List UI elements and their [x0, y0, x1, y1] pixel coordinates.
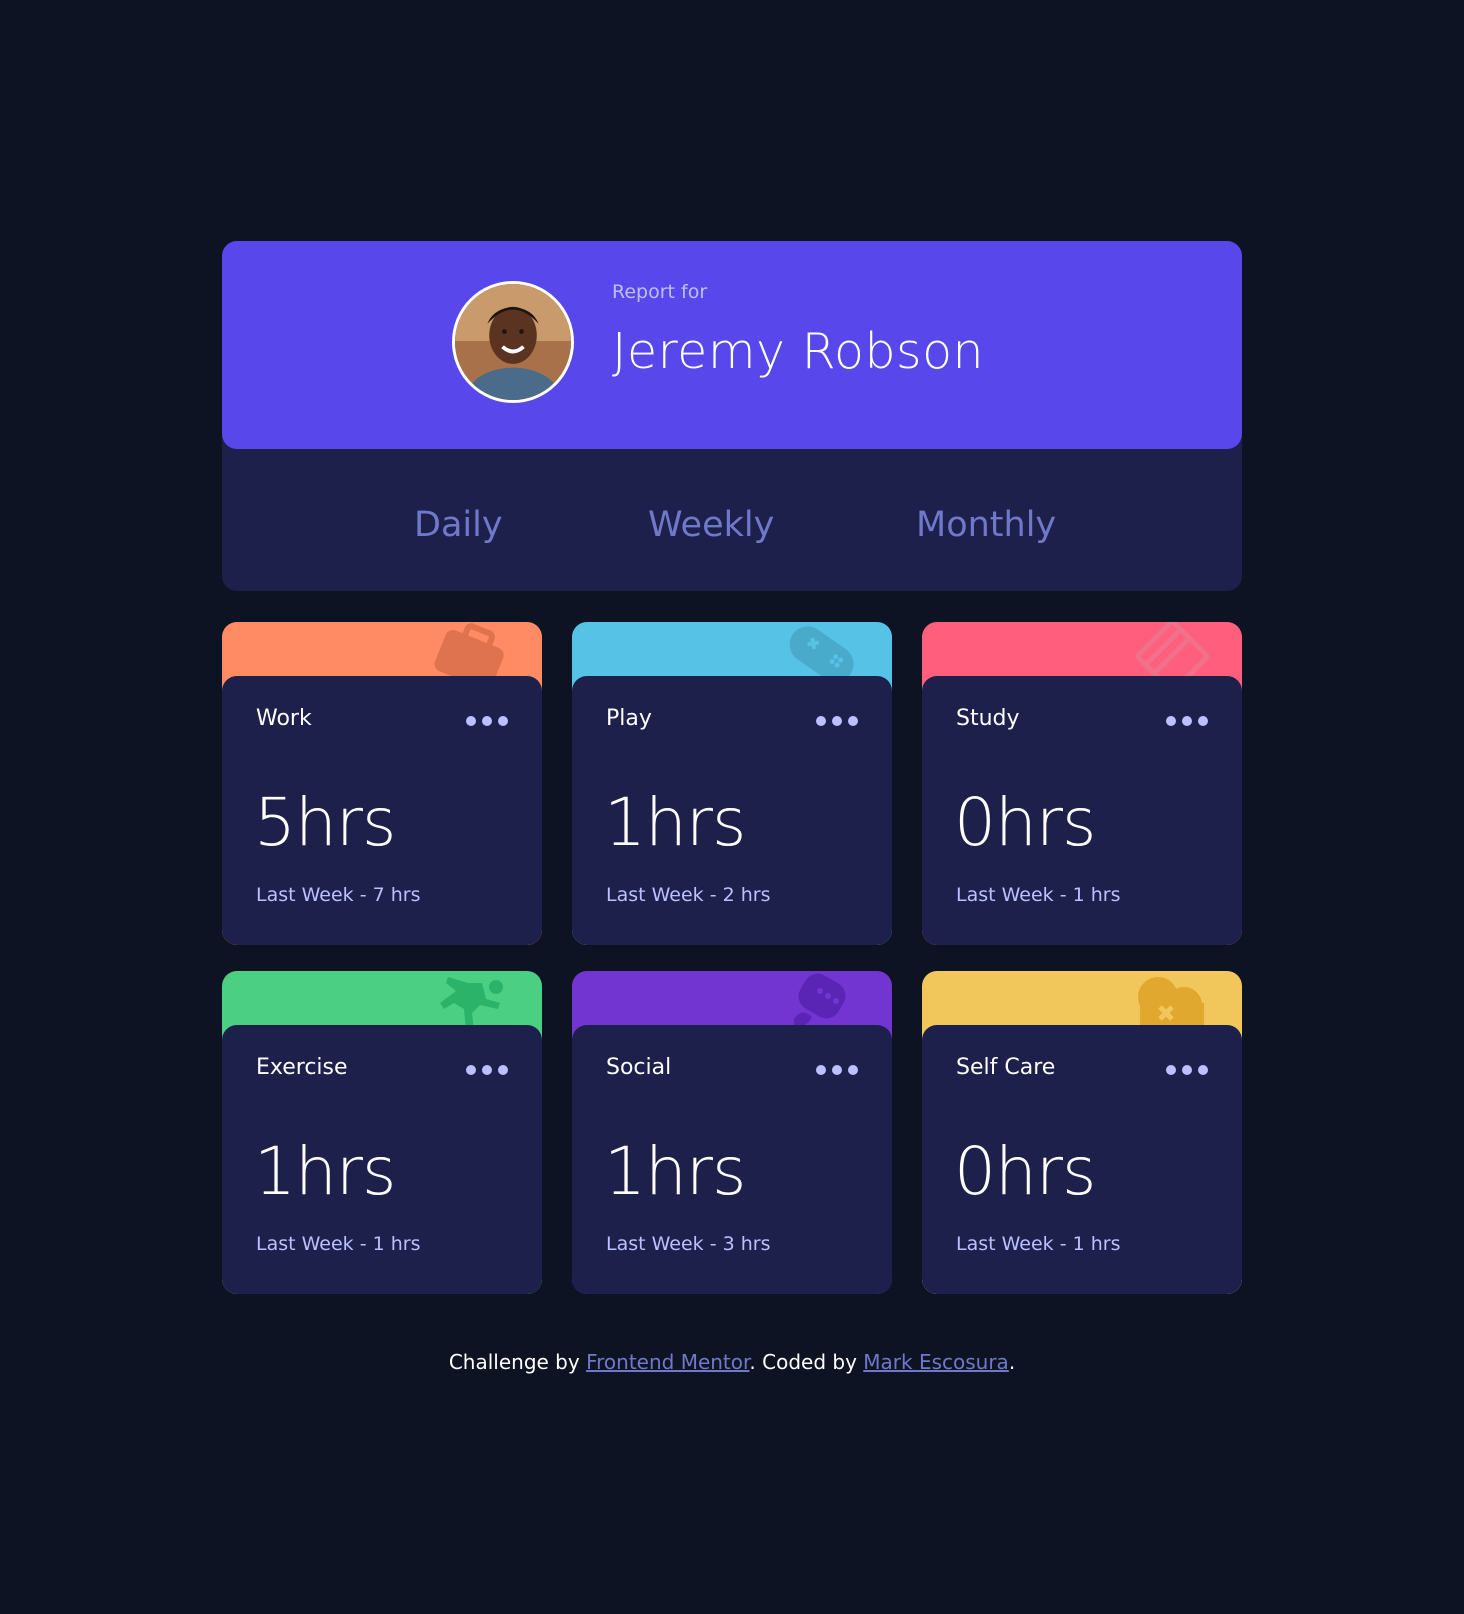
attribution-footer: Challenge by Frontend Mentor. Coded by M…: [0, 1350, 1464, 1374]
ellipsis-menu-icon[interactable]: [816, 1063, 860, 1077]
user-name: Jeremy Robson: [612, 323, 985, 380]
activity-previous-hours: Last Week - 1 hrs: [956, 1233, 1121, 1255]
attribution-suffix: .: [1008, 1350, 1016, 1374]
tab-daily[interactable]: Daily: [414, 505, 503, 545]
activity-current-hours: 1hrs: [604, 784, 746, 861]
activity-body-exercise[interactable]: Exercise 1hrs Last Week - 1 hrs: [222, 1025, 542, 1294]
activity-current-hours: 0hrs: [954, 1133, 1096, 1210]
profile-card: Report for Jeremy Robson Daily Weekly Mo…: [222, 241, 1242, 591]
activity-body-play[interactable]: Play 1hrs Last Week - 2 hrs: [572, 676, 892, 945]
activity-title: Social: [606, 1055, 672, 1080]
author-link[interactable]: Mark Escosura: [863, 1350, 1009, 1374]
activity-current-hours: 0hrs: [954, 784, 1096, 861]
avatar-portrait-image: [455, 284, 571, 400]
activity-title: Exercise: [256, 1055, 348, 1080]
ellipsis-menu-icon[interactable]: [816, 714, 860, 728]
activity-body-social[interactable]: Social 1hrs Last Week - 3 hrs: [572, 1025, 892, 1294]
activity-current-hours: 1hrs: [254, 1133, 396, 1210]
activity-current-hours: 1hrs: [604, 1133, 746, 1210]
activity-card-social: Social 1hrs Last Week - 3 hrs: [572, 971, 892, 1294]
ellipsis-menu-icon[interactable]: [1166, 714, 1210, 728]
activity-card-study: Study 0hrs Last Week - 1 hrs: [922, 622, 1242, 945]
activity-card-self-care: Self Care 0hrs Last Week - 1 hrs: [922, 971, 1242, 1294]
frontend-mentor-link[interactable]: Frontend Mentor: [586, 1350, 749, 1374]
activity-previous-hours: Last Week - 2 hrs: [606, 884, 771, 906]
ellipsis-menu-icon[interactable]: [466, 714, 510, 728]
activity-body-study[interactable]: Study 0hrs Last Week - 1 hrs: [922, 676, 1242, 945]
report-for-label: Report for: [612, 281, 708, 303]
ellipsis-menu-icon[interactable]: [1166, 1063, 1210, 1077]
activity-previous-hours: Last Week - 3 hrs: [606, 1233, 771, 1255]
timeframe-tabs: Daily Weekly Monthly: [222, 449, 1242, 591]
activity-previous-hours: Last Week - 7 hrs: [256, 884, 421, 906]
activity-card-exercise: Exercise 1hrs Last Week - 1 hrs: [222, 971, 542, 1294]
coded-by-prefix-text: . Coded by: [749, 1350, 857, 1374]
activity-body-self-care[interactable]: Self Care 0hrs Last Week - 1 hrs: [922, 1025, 1242, 1294]
activity-title: Work: [256, 706, 312, 731]
tab-weekly[interactable]: Weekly: [648, 505, 774, 545]
challenge-prefix-text: Challenge by: [448, 1350, 580, 1374]
ellipsis-menu-icon[interactable]: [466, 1063, 510, 1077]
avatar: [452, 281, 574, 403]
activity-previous-hours: Last Week - 1 hrs: [956, 884, 1121, 906]
activity-card-work: Work 5hrs Last Week - 7 hrs: [222, 622, 542, 945]
activity-title: Self Care: [956, 1055, 1056, 1080]
profile-header: Report for Jeremy Robson: [222, 241, 1242, 449]
activity-title: Play: [606, 706, 652, 731]
activity-current-hours: 5hrs: [254, 784, 396, 861]
activity-title: Study: [956, 706, 1020, 731]
activity-card-play: Play 1hrs Last Week - 2 hrs: [572, 622, 892, 945]
activity-previous-hours: Last Week - 1 hrs: [256, 1233, 421, 1255]
activity-body-work[interactable]: Work 5hrs Last Week - 7 hrs: [222, 676, 542, 945]
tab-monthly[interactable]: Monthly: [916, 505, 1056, 545]
